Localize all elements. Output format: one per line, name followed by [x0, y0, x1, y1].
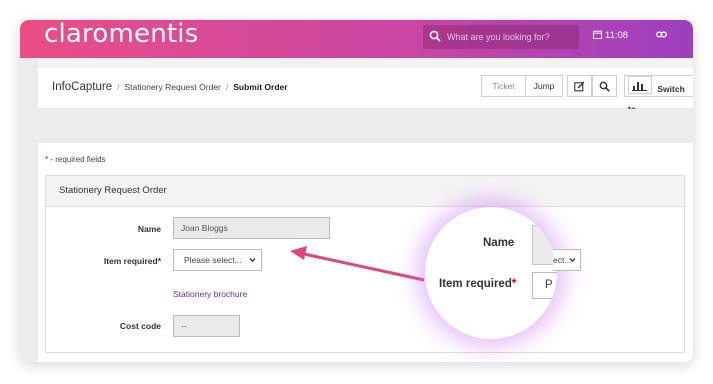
- background-select-fragment: ect...: [553, 249, 581, 271]
- magnified-item-text: Item required: [439, 278, 512, 290]
- arrow-head-icon: [290, 246, 307, 260]
- chevron-down-icon: [569, 258, 576, 263]
- magnified-view: Name Item required* P: [425, 207, 557, 339]
- magnified-item-label: Item required*: [439, 278, 516, 290]
- required-star: *: [511, 278, 517, 290]
- magnified-name-label: Name: [483, 237, 515, 249]
- magnified-item-select: P: [532, 272, 557, 299]
- pointer-arrow: [290, 246, 425, 282]
- magnifier-lens: Name Item required* P: [425, 207, 557, 339]
